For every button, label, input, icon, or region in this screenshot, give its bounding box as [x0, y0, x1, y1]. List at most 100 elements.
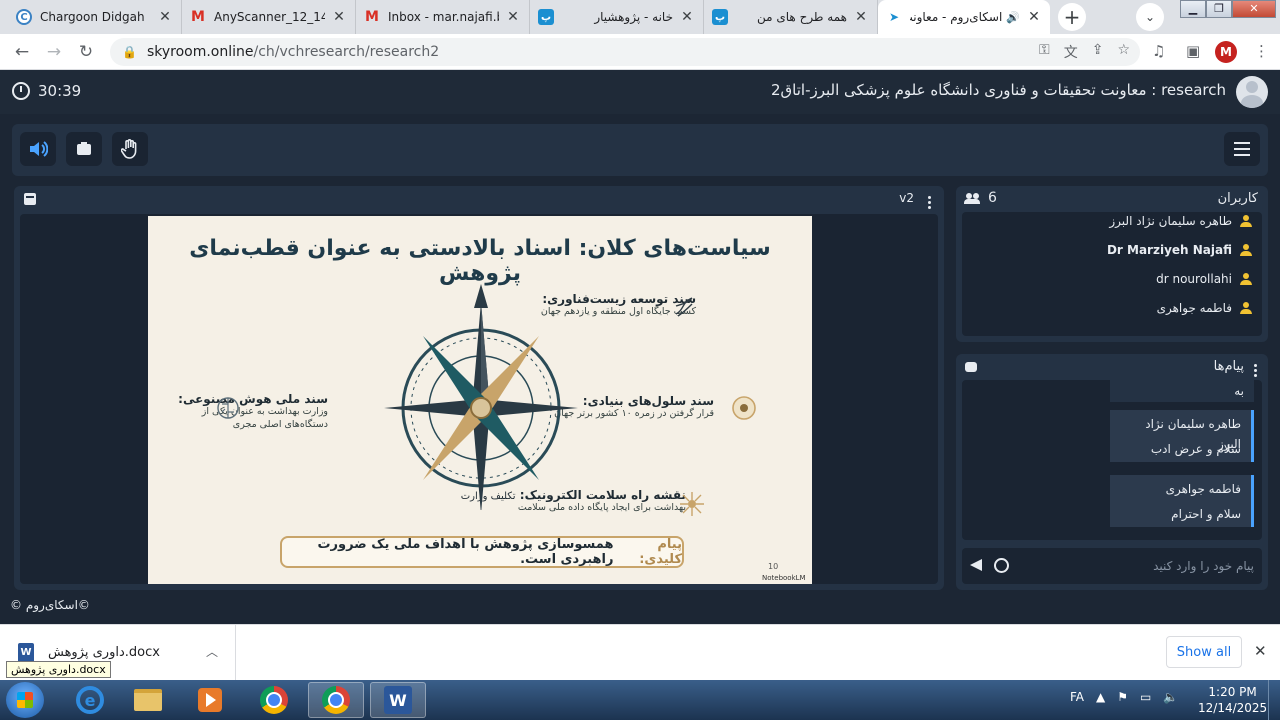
media-control-icon[interactable]: ♫: [1152, 42, 1165, 60]
browser-toolbar: ← → ↻ 🔒 skyroom.online/ch/vchresearch/re…: [0, 34, 1280, 70]
reload-button[interactable]: ↻: [74, 40, 98, 64]
ai-heading: سند ملی هوش مصنوعی:: [178, 392, 328, 406]
show-all-button[interactable]: Show all: [1166, 636, 1242, 668]
message-input[interactable]: [1018, 554, 1254, 578]
language-indicator[interactable]: FA: [1070, 690, 1084, 704]
messages-options-icon[interactable]: [1254, 364, 1258, 377]
tray-expand-icon[interactable]: ▲: [1096, 690, 1105, 704]
address-bar[interactable]: 🔒 skyroom.online/ch/vchresearch/research…: [110, 38, 1140, 66]
minimize-button[interactable]: ▁: [1180, 0, 1206, 18]
user-name: Dr Marziyeh Najafi: [1106, 243, 1232, 257]
copyright: ©اسکای‌روم ©: [10, 598, 90, 612]
forward-button[interactable]: →: [42, 40, 66, 64]
profile-avatar[interactable]: M: [1215, 41, 1237, 63]
presentation-button[interactable]: [66, 132, 102, 166]
new-tab-button[interactable]: +: [1058, 3, 1086, 31]
translate-icon[interactable]: 文: [1064, 42, 1078, 62]
presentation-label: v2: [899, 191, 914, 205]
main-menu-button[interactable]: [1224, 132, 1260, 166]
key-icon[interactable]: ⚿: [1039, 42, 1050, 62]
tab-title: خانه - پژوهشیار: [594, 10, 673, 24]
tab-my-projects[interactable]: پ همه طرح های من ✕: [704, 0, 878, 34]
word-file-icon: W: [18, 643, 34, 663]
user-avatar[interactable]: [1236, 76, 1268, 108]
speaker-icon[interactable]: 🔊: [1006, 11, 1020, 24]
start-button[interactable]: [6, 682, 44, 718]
bookmark-star-icon[interactable]: ☆: [1117, 42, 1130, 62]
presentation-options-icon[interactable]: [928, 196, 932, 209]
share-icon[interactable]: ⇪: [1092, 42, 1104, 62]
tab-skyroom[interactable]: ➤ اسکای‌روم - معاونت 🔊 ✕: [878, 0, 1050, 34]
tab-pajoheshyar-home[interactable]: پ خانه - پژوهشیار ✕: [530, 0, 704, 34]
notebooklm-brand: NotebookLM: [762, 574, 806, 582]
tab-chargoon[interactable]: C Chargoon Didgah ✕: [8, 0, 182, 34]
maximize-button[interactable]: ❐: [1206, 0, 1232, 18]
message-sender: فاطمه جواهری: [1165, 482, 1241, 496]
compass-illustration: [384, 284, 578, 510]
control-bar: [12, 124, 1268, 176]
user-item[interactable]: dr nourollahi: [1156, 272, 1252, 286]
close-icon[interactable]: ✕: [1026, 9, 1042, 25]
close-icon[interactable]: ✕: [157, 9, 173, 25]
raise-hand-button[interactable]: [112, 132, 148, 166]
taskbar-clock[interactable]: 1:20 PM 12/14/2025: [1198, 684, 1267, 716]
download-file-name: داوری پژوهش.docx: [48, 645, 160, 660]
user-item[interactable]: طاهره سلیمان نژاد البرز: [1109, 214, 1252, 228]
tab-anyscanner[interactable]: M AnyScanner_12_14_2 ✕: [182, 0, 356, 34]
people-icon: [964, 193, 980, 204]
side-panel-icon[interactable]: ▣: [1186, 42, 1200, 60]
users-panel-title: کاربران: [1217, 191, 1258, 206]
presentation-panel: v2 سیاست‌های کلان: اسناد بالادستی به عنو…: [14, 186, 944, 590]
network-icon[interactable]: ▭: [1140, 690, 1151, 704]
person-icon: [1240, 243, 1252, 257]
taskbar-ie[interactable]: e: [62, 682, 118, 718]
back-button[interactable]: ←: [10, 40, 34, 64]
slide-title: سیاست‌های کلان: اسناد بالادستی به عنوان …: [189, 236, 771, 286]
user-item[interactable]: Dr Marziyeh Najafi: [1107, 243, 1252, 257]
download-item[interactable]: W داوری پژوهش.docx ︿ داوری پژوهش.docx: [0, 625, 236, 681]
speaker-button[interactable]: [20, 132, 56, 166]
close-icon[interactable]: ✕: [853, 9, 869, 25]
emoji-icon[interactable]: [994, 558, 1009, 573]
chrome-menu-icon[interactable]: ⋮: [1254, 42, 1269, 60]
taskbar-chrome-active[interactable]: [308, 682, 364, 718]
message-bubble: فاطمه جواهری سلام و احترام: [1110, 475, 1254, 527]
hand-icon: [121, 139, 137, 159]
tab-title: Chargoon Didgah: [40, 10, 145, 24]
session-timer: 30:39: [12, 82, 81, 100]
clock-date: 12/14/2025: [1198, 701, 1268, 715]
action-center-icon[interactable]: ⚑: [1117, 690, 1128, 704]
taskbar-chrome[interactable]: [246, 682, 302, 718]
taskbar-explorer[interactable]: [120, 682, 176, 718]
window-close-button[interactable]: ✕: [1232, 0, 1276, 18]
tab-search-button[interactable]: ⌄: [1136, 3, 1164, 31]
taskbar-media-player[interactable]: [182, 682, 238, 718]
chevron-up-icon[interactable]: ︿: [206, 643, 218, 660]
lock-icon[interactable]: 🔒: [122, 45, 137, 59]
close-icon[interactable]: ✕: [679, 9, 695, 25]
messages-panel: پیام‌ها به طاهره سلیمان نژاد البرز سلام …: [956, 354, 1268, 590]
stem-cell-icon: [732, 396, 756, 420]
window-controls: ▁ ❐ ✕: [1180, 0, 1276, 18]
pajoheshyar-icon: پ: [712, 9, 728, 25]
user-item[interactable]: فاطمه جواهری: [1157, 301, 1252, 315]
download-bar: W داوری پژوهش.docx ︿ داوری پژوهش.docx Sh…: [0, 624, 1280, 681]
close-download-bar-icon[interactable]: ✕: [1254, 642, 1267, 660]
user-name: فاطمه جواهری: [1156, 301, 1232, 315]
close-icon[interactable]: ✕: [505, 9, 521, 25]
message-list[interactable]: به طاهره سلیمان نژاد البرز سلام و عرض اد…: [962, 380, 1262, 540]
show-desktop-button[interactable]: [1268, 680, 1280, 720]
close-icon[interactable]: ✕: [331, 9, 347, 25]
send-icon[interactable]: [970, 559, 982, 571]
taskbar-word[interactable]: W: [370, 682, 426, 718]
timer-value: 30:39: [38, 82, 82, 100]
messages-panel-title: پیام‌ها: [1213, 359, 1244, 374]
tab-inbox[interactable]: M Inbox - mar.najafi.b@ ✕: [356, 0, 530, 34]
speaker-icon: [30, 141, 48, 157]
windows-taskbar: e W FA ▲ ⚑ ▭ 🔈 1:20 PM 12/14/2025: [0, 680, 1280, 720]
url-text[interactable]: skyroom.online/ch/vchresearch/research2: [147, 44, 439, 60]
network-icon: [680, 492, 704, 516]
user-list: طاهره سلیمان نژاد البرز Dr Marziyeh Naja…: [962, 212, 1262, 336]
volume-icon[interactable]: 🔈: [1163, 690, 1178, 704]
users-count-value: 6: [988, 190, 997, 206]
